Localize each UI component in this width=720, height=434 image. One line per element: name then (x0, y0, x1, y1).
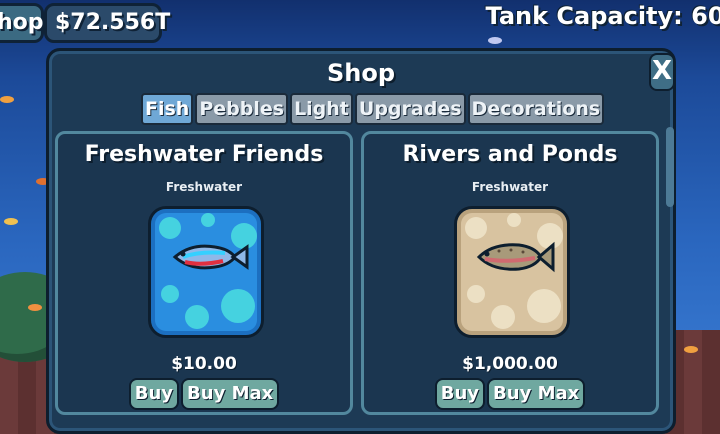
background-fish (4, 218, 18, 225)
buy-max-button[interactable]: Buy Max (181, 378, 280, 410)
pack-buttons: Buy Buy Max (58, 378, 350, 410)
pack-category: Freshwater (165, 180, 243, 194)
scrollbar[interactable] (666, 127, 674, 207)
bubble-decoration (467, 285, 485, 303)
shop-title: Shop (326, 59, 396, 87)
tab-decorations[interactable]: Decorations (467, 93, 605, 125)
bubble-decoration (161, 285, 179, 303)
pack-tile (454, 206, 570, 338)
close-icon: X (651, 56, 673, 86)
money-counter: $72.556T (44, 3, 170, 43)
bubble-decoration (491, 305, 515, 329)
bubble-decoration (465, 217, 487, 239)
tank-capacity: Tank Capacity: 60/6 (485, 2, 720, 30)
pack-card-rivers-and-ponds: Rivers and Ponds Freshwater $1,000.00 Bu… (361, 131, 659, 415)
background-fish (28, 304, 42, 311)
close-button[interactable]: X (649, 53, 675, 91)
pack-price: $10.00 (171, 354, 237, 374)
pack-title: Freshwater Friends (84, 142, 324, 167)
tab-light[interactable]: Light (290, 93, 353, 125)
bubble-decoration (201, 213, 215, 227)
pack-card-freshwater-friends: Freshwater Friends Freshwater $10.00 Buy… (55, 131, 353, 415)
bubble-decoration (527, 289, 561, 323)
buy-max-button[interactable]: Buy Max (487, 378, 586, 410)
pack-buttons: Buy Buy Max (364, 378, 656, 410)
trout-fish-icon (476, 241, 555, 273)
tab-pebbles[interactable]: Pebbles (195, 93, 289, 125)
tab-upgrades[interactable]: Upgrades (354, 93, 466, 125)
background-fish (684, 346, 698, 353)
background-fish (0, 96, 14, 103)
neon-tetra-fish-icon (172, 244, 249, 270)
bubble-decoration (185, 305, 209, 329)
shop-panel: Shop X Fish Pebbles Light Upgrades Decor… (46, 48, 676, 434)
bubble-decoration (221, 289, 255, 323)
pack-price: $1,000.00 (462, 354, 558, 374)
buy-button[interactable]: Buy (434, 378, 486, 410)
pack-category: Freshwater (471, 180, 549, 194)
shop-tabs: Fish Pebbles Light Upgrades Decorations (141, 93, 605, 125)
shop-button[interactable]: hop (0, 3, 44, 43)
pack-tile (148, 206, 264, 338)
bubble-decoration (159, 217, 181, 239)
buy-button[interactable]: Buy (128, 378, 180, 410)
bubble-decoration (507, 213, 521, 227)
tab-fish[interactable]: Fish (141, 93, 194, 125)
pack-title: Rivers and Ponds (402, 142, 618, 167)
background-fish (488, 37, 502, 44)
